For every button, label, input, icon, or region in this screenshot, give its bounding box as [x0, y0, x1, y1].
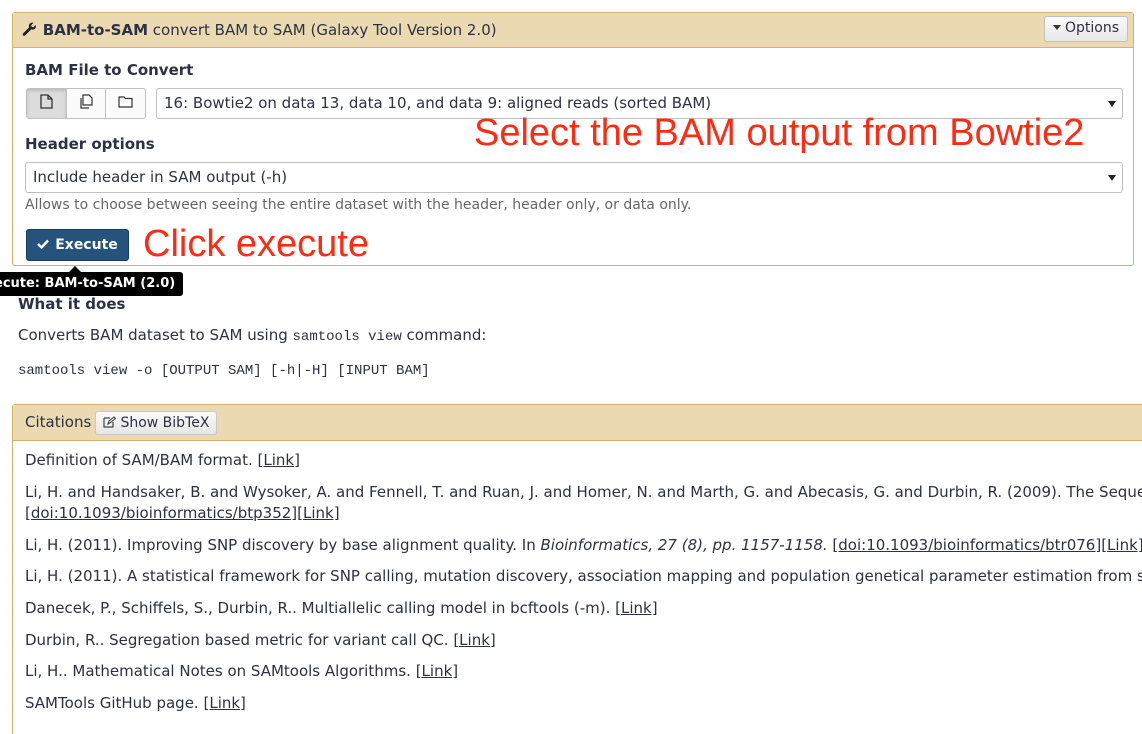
dataset-collection-button[interactable]: [106, 89, 145, 118]
citation-item: Li, H. (2011). Improving SNP discovery b…: [25, 536, 1142, 554]
edit-icon: [103, 415, 120, 431]
tool-title: BAM-to-SAM convert BAM to SAM (Galaxy To…: [22, 21, 497, 41]
citation-link[interactable]: [Link]: [416, 662, 458, 680]
citation-link[interactable]: [Link]: [258, 451, 300, 469]
citation-text: Li, H. and Handsaker, B. and Wysoker, A.…: [25, 483, 1142, 501]
citation-text: Definition of SAM/BAM format.: [25, 451, 258, 469]
citation-link[interactable]: [Link]: [615, 599, 657, 617]
citation-text: Li, H. (2011). A statistical framework f…: [25, 567, 1142, 585]
files-icon: [79, 94, 94, 113]
annotation-select-bam: Select the BAM output from Bowtie2: [474, 112, 1085, 154]
citation-link[interactable]: [Link]: [203, 694, 245, 712]
options-label: Options: [1064, 20, 1119, 36]
header-options-help: Allows to choose between seeing the enti…: [25, 197, 692, 213]
citation-link[interactable]: [Link]: [1101, 536, 1142, 554]
what-it-does-heading: What it does: [18, 295, 126, 313]
folder-icon: [118, 95, 133, 112]
citation-item: Li, H. (2011). A statistical framework f…: [25, 567, 1142, 585]
execute-button[interactable]: Execute: [26, 229, 129, 261]
dropdown-caret-icon: [1108, 101, 1116, 107]
execute-label: Execute: [55, 237, 118, 253]
citation-item: Definition of SAM/BAM format. [Link]: [25, 451, 300, 469]
help-desc-prefix: Converts BAM dataset to SAM using: [18, 326, 293, 344]
header-options-label: Header options: [25, 135, 155, 153]
citation-doi-link[interactable]: [doi:10.1093/bioinformatics/btr076]: [832, 536, 1101, 554]
check-icon: [37, 238, 50, 253]
citation-text: Li, H. (2011). Improving SNP discovery b…: [25, 536, 541, 554]
annotation-click-execute: Click execute: [143, 223, 369, 265]
tool-description: convert BAM to SAM (Galaxy Tool Version …: [152, 21, 497, 39]
help-description: Converts BAM dataset to SAM using samtoo…: [18, 326, 486, 345]
header-options-selected: Include header in SAM output (-h): [33, 168, 288, 186]
citation-item-continued: [doi:10.1093/bioinformatics/btp352][Link…: [25, 504, 340, 522]
show-bibtex-button[interactable]: Show BibTeX: [95, 411, 218, 435]
citation-text: SAMTools GitHub page.: [25, 694, 204, 712]
citations-header: Citations Show BibTeX: [13, 405, 1142, 441]
dataset-source-buttons: [26, 88, 146, 119]
multiple-datasets-button[interactable]: [67, 89, 107, 118]
tool-name: BAM-to-SAM: [42, 21, 149, 39]
header-options-select[interactable]: Include header in SAM output (-h): [25, 162, 1123, 193]
citation-item: SAMTools GitHub page. [Link]: [25, 694, 246, 712]
help-command: samtools view -o [OUTPUT SAM] [-h|-H] [I…: [18, 363, 430, 379]
citation-doi-link[interactable]: [doi:10.1093/bioinformatics/btp352]: [25, 504, 297, 522]
citation-link[interactable]: [Link]: [453, 631, 495, 649]
citation-item: Danecek, P., Schiffels, S., Durbin, R.. …: [25, 599, 658, 617]
file-icon: [40, 94, 53, 113]
help-desc-suffix: command:: [401, 326, 487, 344]
citations-title: Citations: [25, 413, 92, 431]
dropdown-caret-icon: [1108, 175, 1116, 181]
citation-item: Li, H.. Mathematical Notes on SAMtools A…: [25, 662, 458, 680]
caret-down-icon: [1052, 25, 1061, 30]
options-button[interactable]: Options: [1043, 16, 1128, 42]
single-dataset-button[interactable]: [27, 89, 67, 118]
citation-link[interactable]: [Link]: [297, 504, 339, 522]
citation-item: Li, H. and Handsaker, B. and Wysoker, A.…: [25, 483, 1142, 501]
tool-header: BAM-to-SAM convert BAM to SAM (Galaxy To…: [13, 13, 1133, 48]
citation-text: Danecek, P., Schiffels, S., Durbin, R.. …: [25, 599, 616, 617]
wrench-icon: [22, 22, 38, 41]
citation-journal: Bioinformatics, 27 (8), pp. 1157-1158.: [540, 536, 828, 554]
bam-file-selected: 16: Bowtie2 on data 13, data 10, and dat…: [164, 94, 712, 112]
citation-text: Li, H.. Mathematical Notes on SAMtools A…: [25, 662, 416, 680]
citation-text: Durbin, R.. Segregation based metric for…: [25, 631, 454, 649]
execute-tooltip: ecute: BAM-to-SAM (2.0): [0, 272, 184, 296]
help-desc-code: samtools view: [292, 329, 402, 345]
citation-item: Durbin, R.. Segregation based metric for…: [25, 631, 496, 649]
bam-file-label: BAM File to Convert: [25, 61, 194, 79]
show-bibtex-label: Show BibTeX: [120, 415, 210, 431]
